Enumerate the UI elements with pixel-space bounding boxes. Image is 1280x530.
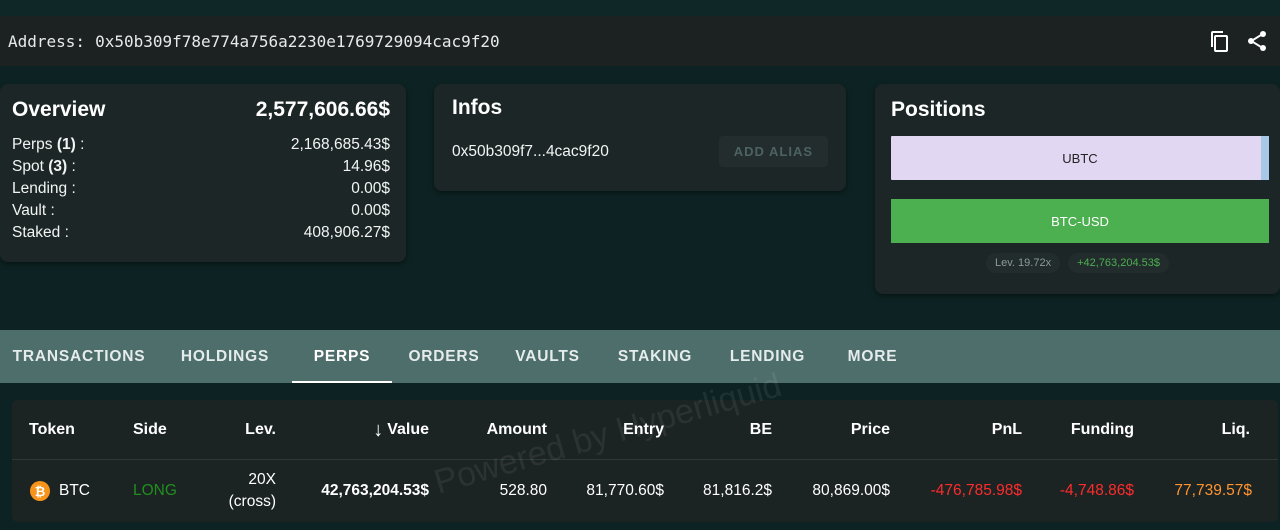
overview-row-staked: Staked : 408,906.27$	[12, 222, 390, 244]
overview-title: Overview	[12, 98, 106, 121]
cell-side: LONG	[133, 482, 177, 499]
overview-label: Perps	[12, 136, 53, 153]
address-actions	[1206, 28, 1270, 54]
overview-header: Overview 2,577,606.66$	[12, 96, 390, 124]
infos-short-address: 0x50b309f7...4cac9f20	[452, 142, 609, 160]
header-value-label: Value	[387, 421, 429, 438]
header-token[interactable]: Token	[29, 400, 75, 460]
position-bar-btc-usd[interactable]: BTC-USD	[891, 199, 1269, 243]
overview-count: (3)	[48, 158, 68, 175]
add-alias-button[interactable]: ADD ALIAS	[718, 136, 828, 167]
cell-entry: 81,770.60$	[586, 482, 664, 499]
tab-staking[interactable]: STAKING	[599, 330, 711, 383]
overview-value: 14.96$	[342, 158, 390, 175]
overview-colon: :	[46, 202, 55, 219]
tab-transactions[interactable]: TRANSACTIONS	[0, 330, 158, 383]
overview-row-vault: Vault : 0.00$	[12, 200, 390, 222]
cell-value: 42,763,204.53$	[321, 482, 429, 499]
overview-value: 0.00$	[351, 180, 390, 197]
cell-pnl: -476,785.98$	[930, 482, 1022, 499]
overview-total: 2,577,606.66$	[255, 98, 390, 121]
header-entry[interactable]: Entry	[572, 400, 664, 460]
tab-more[interactable]: MORE	[824, 330, 921, 383]
header-liq[interactable]: Liq.	[1162, 400, 1250, 460]
overview-row-spot: Spot (3) : 14.96$	[12, 156, 390, 178]
pnl-chip: +42,763,204.53$	[1068, 253, 1169, 273]
overview-colon: :	[75, 136, 85, 153]
overview-colon: :	[67, 158, 76, 175]
overview-value: 408,906.27$	[303, 224, 390, 241]
header-amount[interactable]: Amount	[452, 400, 547, 460]
leverage-chip: Lev. 19.72x	[986, 253, 1061, 273]
table-header: Token Side Lev. ↓ Value Amount Entry BE …	[12, 400, 1278, 460]
copy-icon[interactable]	[1206, 28, 1232, 54]
address-bar: Address: 0x50b309f78e774a756a2230e176972…	[0, 16, 1280, 66]
position-label: UBTC	[1062, 150, 1098, 166]
cell-price: 80,869.00$	[812, 482, 890, 499]
header-price[interactable]: Price	[802, 400, 890, 460]
sort-desc-icon: ↓	[373, 418, 384, 441]
overview-row-lending: Lending : 0.00$	[12, 178, 390, 200]
overview-colon: :	[60, 224, 69, 241]
overview-label: Spot	[12, 158, 44, 175]
tabs-bar: TRANSACTIONS HOLDINGS PERPS ORDERS VAULT…	[0, 330, 1280, 383]
overview-label: Vault	[12, 202, 47, 219]
overview-count: (1)	[56, 136, 76, 153]
overview-card: Overview 2,577,606.66$ Perps (1) : 2,168…	[0, 84, 406, 262]
tab-orders[interactable]: ORDERS	[392, 330, 496, 383]
infos-card: Infos 0x50b309f7...4cac9f20 ADD ALIAS	[434, 84, 846, 191]
header-lev[interactable]: Lev.	[212, 400, 276, 460]
position-label: BTC-USD	[1051, 213, 1109, 229]
token-symbol: BTC	[59, 482, 90, 499]
lev-value: 20X	[248, 471, 276, 488]
header-value[interactable]: ↓ Value	[312, 400, 429, 460]
cell-amount: 528.80	[499, 482, 547, 499]
lev-mode: (cross)	[228, 493, 276, 510]
overview-value: 2,168,685.43$	[290, 136, 390, 153]
address-value: 0x50b309f78e774a756a2230e1769729094cac9f…	[95, 31, 500, 51]
cell-token: ₿ BTC	[30, 461, 90, 521]
table-row[interactable]: ₿ BTC LONG 20X (cross) 42,763,204.53$ 52…	[12, 461, 1278, 521]
positions-card: Positions UBTC BTC-USD Lev. 19.72x +42,7…	[875, 84, 1280, 294]
position-bar-ubtc[interactable]: UBTC	[891, 136, 1269, 180]
perps-table: Token Side Lev. ↓ Value Amount Entry BE …	[12, 400, 1278, 522]
overview-label: Staked	[12, 224, 61, 241]
positions-title: Positions	[891, 98, 986, 121]
bitcoin-icon: ₿	[30, 481, 50, 501]
infos-title: Infos	[452, 96, 503, 119]
header-pnl[interactable]: PnL	[922, 400, 1022, 460]
overview-colon: :	[67, 180, 76, 197]
header-be[interactable]: BE	[692, 400, 772, 460]
tab-perps[interactable]: PERPS	[292, 330, 392, 383]
header-funding[interactable]: Funding	[1042, 400, 1134, 460]
address-label: Address:	[8, 31, 86, 51]
tab-lending[interactable]: LENDING	[711, 330, 824, 383]
tab-holdings[interactable]: HOLDINGS	[158, 330, 292, 383]
cell-funding: -4,748.86$	[1059, 482, 1134, 499]
overview-value: 0.00$	[351, 202, 390, 219]
cell-be: 81,816.2$	[703, 482, 772, 499]
overview-row-perps: Perps (1) : 2,168,685.43$	[12, 134, 390, 156]
overview-label: Lending	[12, 180, 68, 197]
positions-chips: Lev. 19.72x +42,763,204.53$	[891, 253, 1264, 273]
infos-row: 0x50b309f7...4cac9f20 ADD ALIAS	[452, 136, 828, 167]
tab-vaults[interactable]: VAULTS	[496, 330, 599, 383]
cell-liq: 77,739.57$	[1174, 482, 1252, 499]
share-icon[interactable]	[1244, 28, 1270, 54]
position-bar-edge	[1261, 136, 1269, 180]
top-strip	[0, 0, 1280, 16]
cell-lev: 20X (cross)	[202, 461, 276, 521]
header-side[interactable]: Side	[133, 400, 167, 460]
